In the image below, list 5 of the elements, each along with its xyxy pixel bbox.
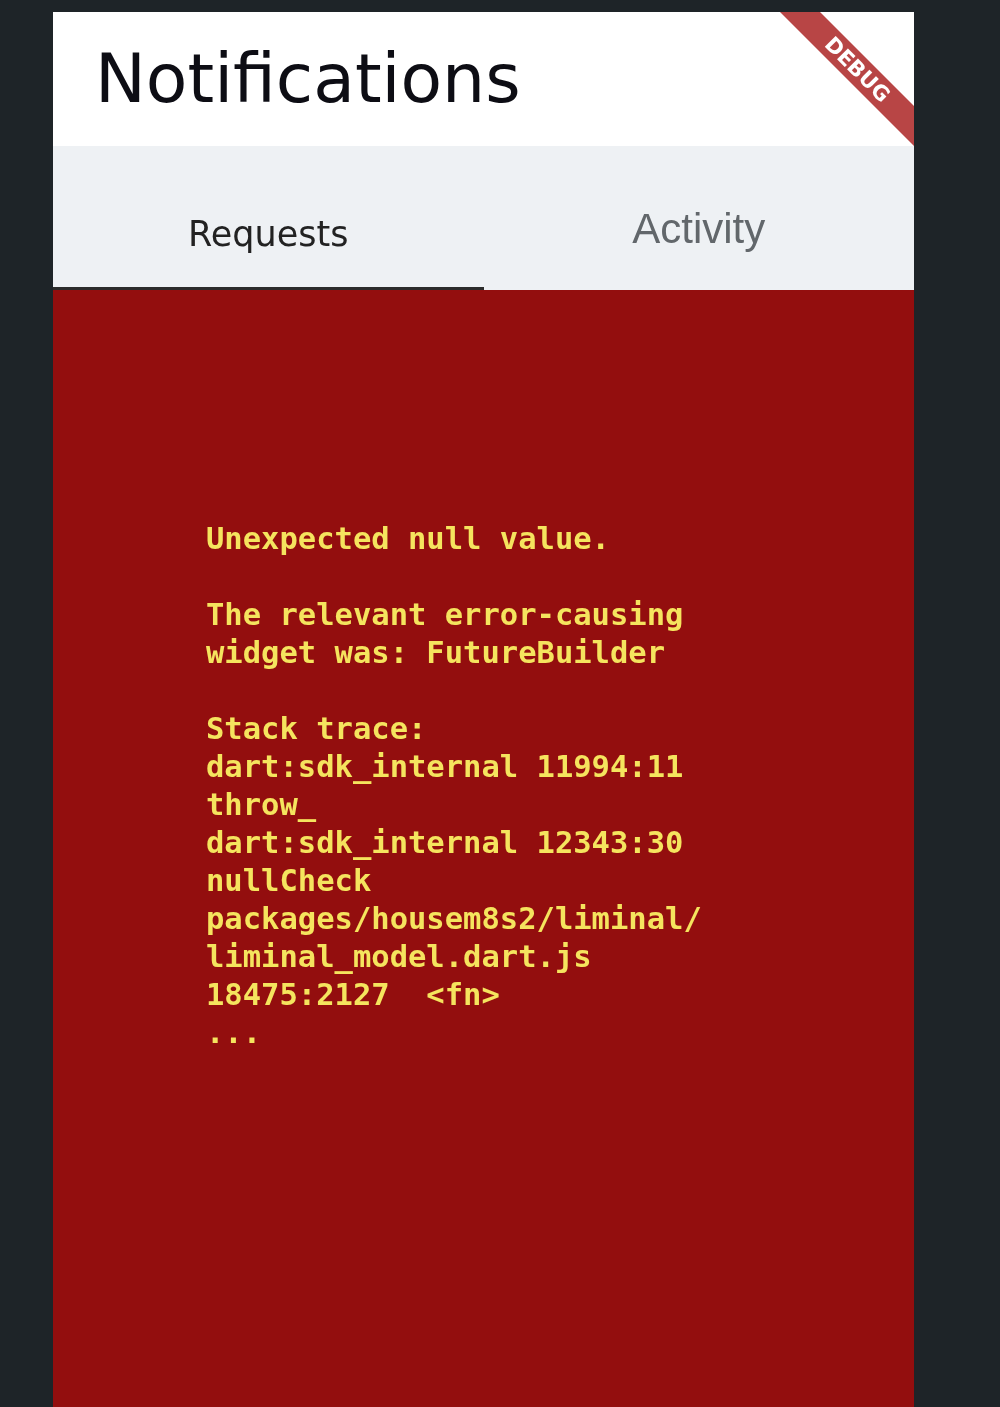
tab[interactable]: Activity xyxy=(483,146,914,290)
error-source: The relevant error-causing widget was: FutureBuilder xyxy=(206,596,684,672)
stack-trace: Stack trace: dart:sdk_internal 11994:11 throw_ dart:sdk_internal 12343:30 nullCheck packages/housem8s2/liminal/ liminal_model.dart.js 18475:2127 <fn> ... xyxy=(206,710,702,1052)
error-message: Unexpected null value. xyxy=(206,520,610,558)
page-title: Notifications xyxy=(95,41,521,117)
